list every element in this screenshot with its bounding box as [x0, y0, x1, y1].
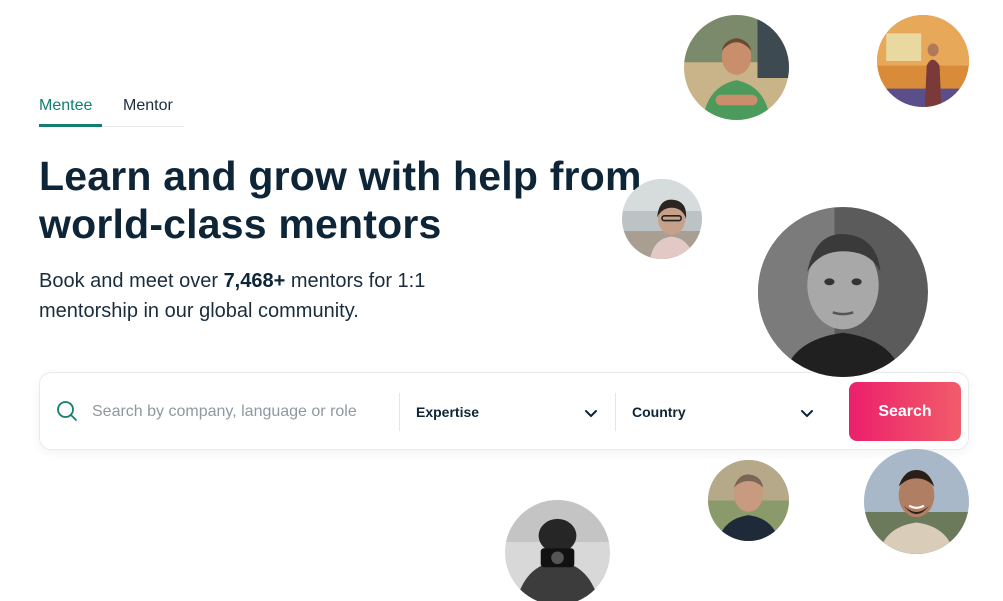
search-input[interactable]: [92, 399, 392, 425]
hero-subtext: Book and meet over 7,468+ mentors for 1:…: [39, 266, 509, 326]
mentee-mentor-tabs: Mentee Mentor: [39, 94, 184, 127]
tab-mentee[interactable]: Mentee: [39, 94, 102, 127]
mentor-avatar-smiling: [864, 449, 969, 554]
mentor-avatar-portrait-bw: [758, 207, 928, 377]
headline-line-1: Learn and grow with help from: [39, 153, 642, 199]
expertise-label: Expertise: [416, 404, 480, 420]
mentor-avatar-beach: [622, 179, 702, 259]
chevron-down-icon: [800, 406, 814, 417]
mentor-count: 7,468+: [223, 270, 286, 292]
subtext-prefix: Book and meet over: [39, 270, 224, 292]
headline-line-2: world-class mentors: [39, 201, 442, 247]
search-button[interactable]: Search: [849, 382, 961, 441]
mentor-avatar-green-shirt: [684, 15, 789, 120]
search-bar: Expertise Country Search: [39, 372, 969, 450]
mentor-avatar-speaker: [877, 15, 969, 107]
expertise-select[interactable]: Expertise: [416, 393, 616, 431]
chevron-down-icon: [584, 406, 598, 417]
divider: [615, 393, 616, 431]
mentor-avatar-dark-shirt: [708, 460, 789, 541]
country-label: Country: [632, 404, 686, 420]
search-icon: [56, 400, 78, 422]
country-select[interactable]: Country: [632, 393, 832, 431]
page-title: Learn and grow with help from world-clas…: [39, 152, 699, 248]
mentor-avatar-camera-bw: [505, 500, 610, 601]
tab-mentor[interactable]: Mentor: [123, 94, 173, 127]
divider: [399, 393, 400, 431]
